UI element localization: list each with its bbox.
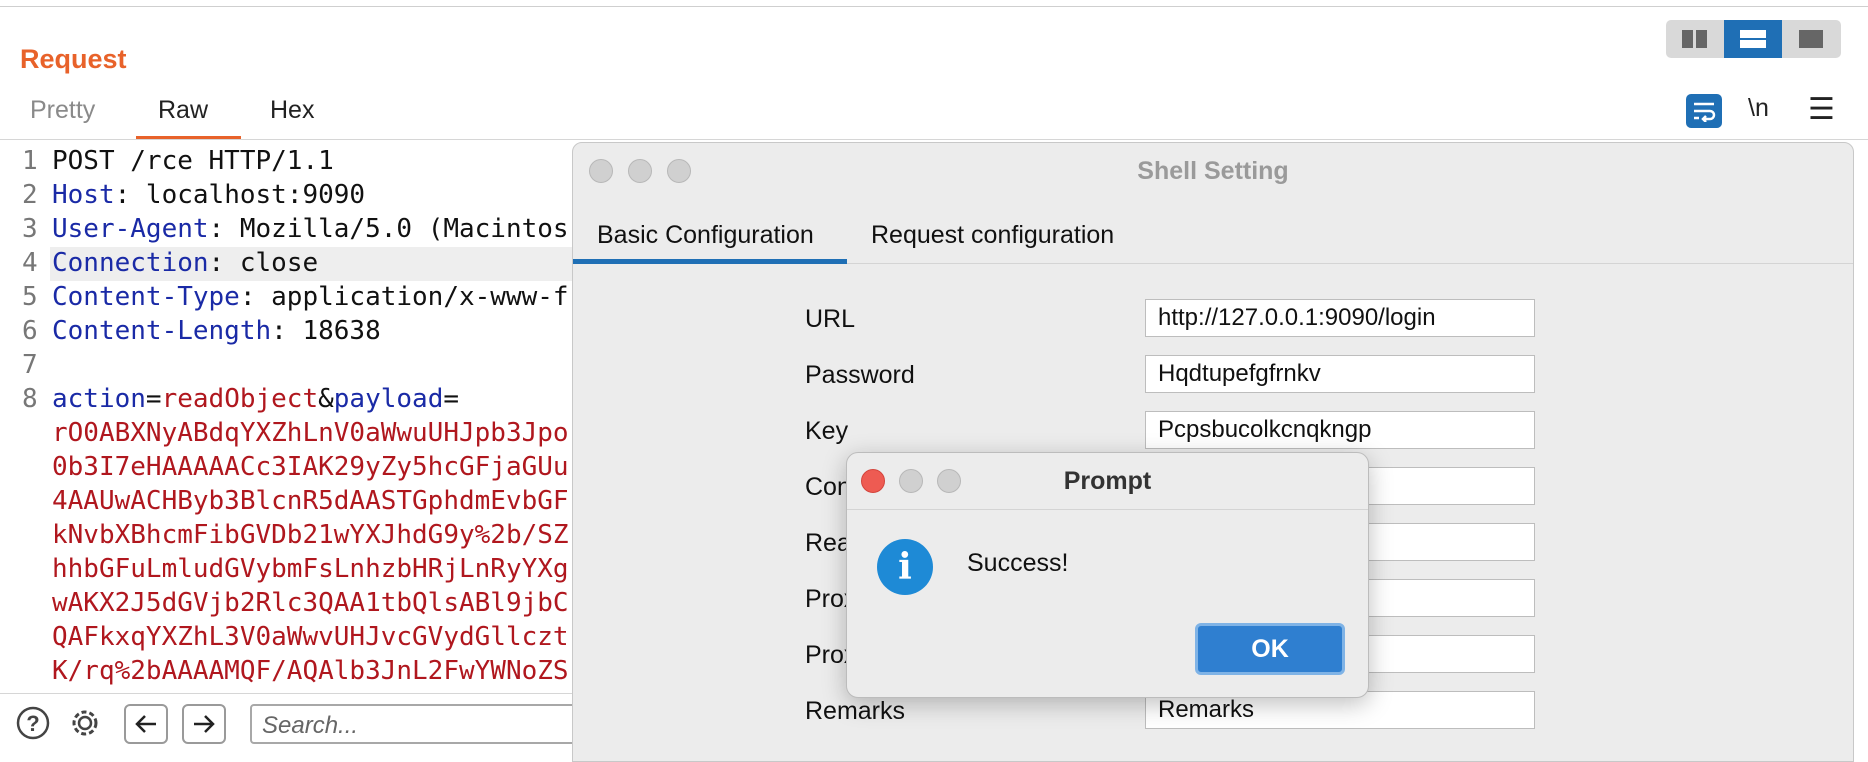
param-value: readObject bbox=[161, 384, 319, 414]
code-line: Content-Length: 18638 bbox=[52, 316, 381, 346]
header-key: Content-Length bbox=[52, 316, 272, 346]
tab-pretty[interactable]: Pretty bbox=[30, 96, 95, 125]
param-eq: = bbox=[145, 384, 162, 414]
payload-line: kNvbXBhcmFibGVDb21wYXJhdG9y%2b/SZ bbox=[52, 520, 569, 550]
param-name: payload bbox=[333, 384, 444, 414]
code-line: Host: localhost:9090 bbox=[52, 180, 366, 210]
arrow-left-icon bbox=[135, 715, 156, 733]
payload-line: wAKX2J5dGVjb2Rlc3QAA1tbQlsABl9jbC bbox=[52, 588, 569, 618]
tab-hex[interactable]: Hex bbox=[270, 96, 314, 125]
url-label: URL bbox=[805, 305, 856, 333]
request-editor[interactable]: 1 POST /rce HTTP/1.1 2 Host: localhost:9… bbox=[0, 144, 610, 694]
con-label: Con bbox=[805, 473, 851, 501]
layout-side-by-side-button[interactable] bbox=[1666, 20, 1724, 58]
single-pane-icon bbox=[1799, 30, 1823, 48]
param-amp: & bbox=[318, 384, 334, 414]
gear-icon[interactable] bbox=[68, 706, 102, 740]
header-key: Content-Type bbox=[52, 282, 240, 312]
previous-button[interactable] bbox=[124, 704, 168, 744]
code-line: action=readObject&payload= bbox=[52, 384, 459, 414]
tab-raw[interactable]: Raw bbox=[158, 96, 208, 125]
svg-text:?: ? bbox=[26, 711, 39, 736]
dialog-divider bbox=[847, 509, 1368, 510]
payload-line: hhbGFuLmludGVybmFsLnhzbHRjLnRyYXg bbox=[52, 554, 569, 584]
header-value: application/x-www-f bbox=[255, 282, 569, 312]
payload-line: rO0ABXNyABdqYXZhLnV0aWwuUHJpb3Jpo bbox=[52, 418, 569, 448]
window-title: Shell Setting bbox=[1137, 157, 1289, 185]
menu-icon[interactable]: ☰ bbox=[1808, 92, 1835, 127]
code-line: User-Agent: Mozilla/5.0 (Macintos bbox=[52, 214, 569, 244]
header-key: Host bbox=[52, 180, 115, 210]
param-name: action bbox=[52, 384, 146, 414]
line-number: 3 bbox=[22, 214, 38, 244]
request-tabs: Pretty Raw Hex bbox=[0, 92, 1868, 140]
tabs-divider bbox=[0, 139, 1868, 140]
header-value: localhost:9090 bbox=[130, 180, 366, 210]
password-label: Password bbox=[805, 361, 915, 389]
url-field[interactable]: http://127.0.0.1:9090/login bbox=[1145, 299, 1535, 337]
remarks-label: Remarks bbox=[805, 697, 906, 725]
payload-line: QAFkxqYXZhL3V0aWwvUHJvcGVydGllczt bbox=[52, 622, 569, 652]
next-button[interactable] bbox=[182, 704, 226, 744]
line-number: 5 bbox=[22, 282, 38, 312]
payload-line: 4AAUwACHByb3BlcnR5dAASTGphdmEvbGF bbox=[52, 486, 569, 516]
search-input[interactable]: Search... bbox=[250, 704, 580, 744]
header-value: 18638 bbox=[286, 316, 381, 346]
dialog-message: Success! bbox=[967, 549, 1069, 577]
layout-stacked-button[interactable] bbox=[1724, 20, 1782, 58]
shell-tabs: Basic Configuration Request configuratio… bbox=[573, 207, 1853, 264]
line-number: 4 bbox=[22, 248, 38, 278]
header-key: User-Agent bbox=[52, 214, 209, 244]
rows-icon bbox=[1740, 30, 1766, 48]
code-line: Connection: close bbox=[52, 248, 319, 278]
code-line: Content-Type: application/x-www-f bbox=[52, 282, 569, 312]
key-field[interactable]: Pcpsbucolkcnqkngp bbox=[1145, 411, 1535, 449]
line-number: 6 bbox=[22, 316, 38, 346]
newline-toggle-button[interactable]: \n bbox=[1748, 94, 1769, 123]
layout-single-button[interactable] bbox=[1782, 20, 1840, 58]
request-title: Request bbox=[20, 44, 127, 74]
dialog-title: Prompt bbox=[1063, 467, 1152, 495]
ok-button[interactable]: OK bbox=[1195, 623, 1345, 675]
help-icon[interactable]: ? bbox=[16, 706, 50, 740]
layout-toggle bbox=[1666, 20, 1841, 58]
prompt-dialog: Prompt i Success! OK bbox=[846, 452, 1369, 698]
password-field[interactable]: Hqdtupefgfrnkv bbox=[1145, 355, 1535, 393]
bottom-toolbar: ? Search... bbox=[0, 693, 600, 745]
line-number: 2 bbox=[22, 180, 38, 210]
line-number: 1 bbox=[22, 146, 38, 176]
rea-label: Rea bbox=[805, 529, 851, 557]
line-number: 7 bbox=[22, 350, 38, 380]
word-wrap-button[interactable] bbox=[1686, 94, 1722, 128]
payload-line: 0b3I7eHAAAAACc3IAK29yZy5hcGFjaGUu bbox=[52, 452, 569, 482]
tab-basic-configuration[interactable]: Basic Configuration bbox=[597, 221, 814, 250]
key-label: Key bbox=[805, 417, 849, 445]
header-value: close bbox=[224, 248, 319, 278]
arrow-right-icon bbox=[194, 715, 215, 733]
tab-request-configuration[interactable]: Request configuration bbox=[871, 221, 1114, 250]
header-value: Mozilla/5.0 (Macintos bbox=[224, 214, 569, 244]
info-icon: i bbox=[877, 539, 933, 595]
line-number: 8 bbox=[22, 384, 38, 414]
columns-icon bbox=[1682, 30, 1707, 48]
active-tab-indicator bbox=[573, 259, 847, 264]
param-eq: = bbox=[443, 384, 460, 414]
top-divider bbox=[0, 6, 1868, 7]
wrap-icon bbox=[1694, 102, 1716, 122]
header-key: Connection bbox=[52, 248, 209, 278]
payload-line: K/rq%2bAAAAMQF/AQAlb3JnL2FwYWNoZS bbox=[52, 656, 569, 686]
code-line: POST /rce HTTP/1.1 bbox=[52, 146, 334, 176]
